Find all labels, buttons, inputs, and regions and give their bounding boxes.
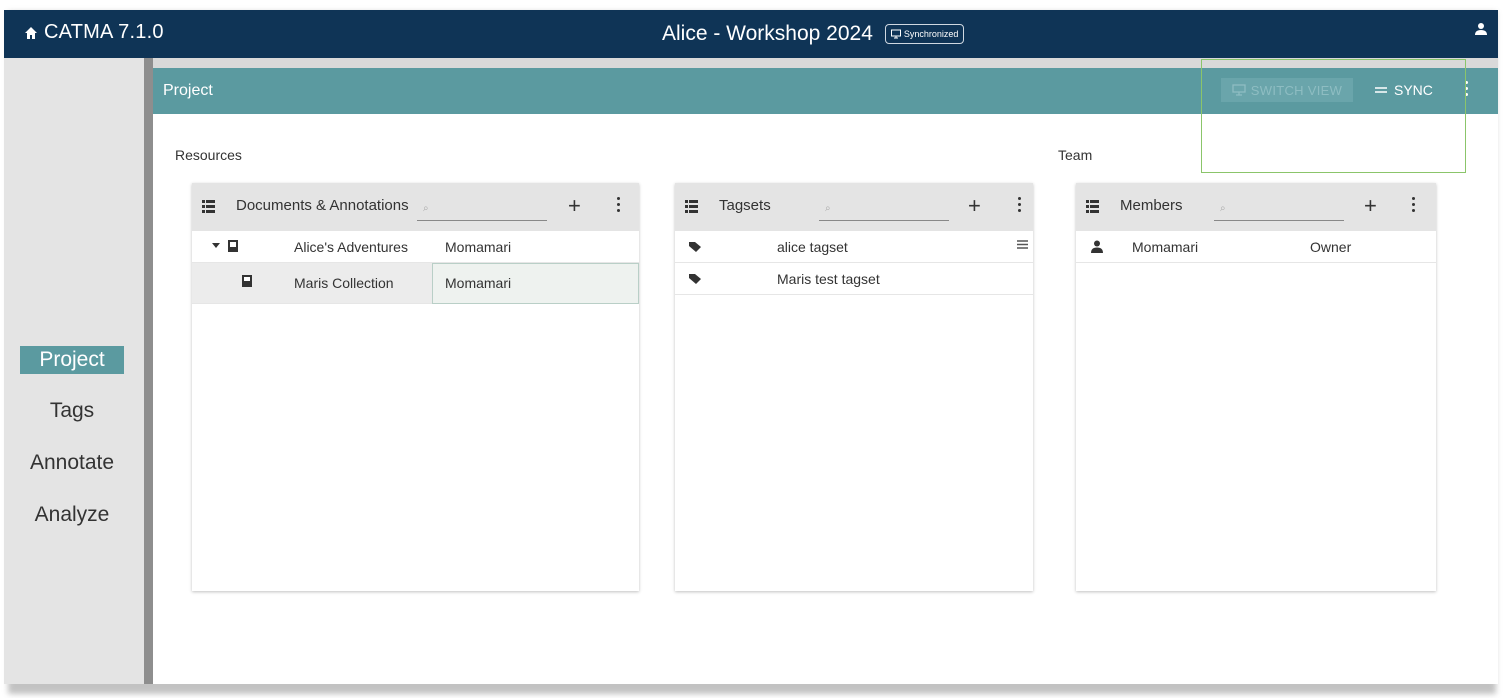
section-label-team: Team [1058,147,1093,163]
add-document-button[interactable]: + [568,193,581,219]
nav-item-annotate[interactable]: Annotate [20,449,124,477]
members-card: Members ⌕ + Momamari Owner [1076,183,1436,591]
sync-status-badge: Synchronized [884,24,965,44]
nav-item-tags[interactable]: Tags [20,397,124,425]
members-card-title: Members [1120,197,1183,214]
tagsets-search-input[interactable]: ⌕ [819,197,949,221]
document-owner: Momamari [445,275,512,291]
documents-card: Documents & Annotations ⌕ + Alice's Adve… [192,183,639,591]
project-header: Alice - Workshop 2024 Synchronized [662,22,965,46]
member-name: Momamari [1132,239,1199,255]
sidebar-nav: Project Tags Annotate Analyze [4,58,144,684]
home-icon [24,26,38,40]
members-more-options-icon[interactable] [1412,197,1415,212]
app-window: CATMA 7.1.0 Alice - Workshop 2024 Synchr… [4,10,1498,684]
document-owner: Momamari [445,239,512,255]
documents-card-header: Documents & Annotations ⌕ + [192,183,639,231]
list-icon [685,200,698,213]
list-icon [202,200,215,213]
add-member-button[interactable]: + [1364,193,1377,219]
member-row[interactable]: Momamari Owner [1076,231,1436,263]
add-tagset-button[interactable]: + [968,193,981,219]
sync-status-label: Synchronized [903,29,959,39]
tagsets-card: Tagsets ⌕ + alice tagset Maris test tags… [675,183,1033,591]
page-title: Project [163,82,213,99]
tagset-row[interactable]: alice tagset [675,231,1033,263]
document-name: Alice's Adventures [294,239,408,255]
main-content: Project SWITCH VIEW SYNC Resources Team … [153,58,1498,684]
highlight-overlay [1201,59,1466,173]
project-title: Alice - Workshop 2024 [662,22,873,45]
brand-home-link[interactable]: CATMA 7.1.0 [24,21,164,44]
document-row[interactable]: Alice's Adventures Momamari [192,231,639,263]
user-account-icon[interactable] [1474,22,1488,36]
tagsets-more-options-icon[interactable] [1018,197,1021,212]
nav-item-analyze[interactable]: Analyze [20,501,124,529]
list-icon [1086,200,1099,213]
document-row[interactable]: Maris Collection Momamari [192,263,639,304]
tagset-name: alice tagset [777,239,848,255]
members-search-input[interactable]: ⌕ [1214,197,1344,221]
tagset-row[interactable]: Maris test tagset [675,263,1033,295]
tags-icon [689,273,702,284]
monitor-icon [890,29,901,39]
nav-item-project[interactable]: Project [20,346,124,374]
member-role: Owner [1310,239,1352,255]
document-name: Maris Collection [294,275,394,291]
section-label-resources: Resources [175,147,242,163]
collection-icon [242,275,252,287]
sidebar-divider [144,58,153,684]
book-icon [228,240,238,252]
app-brand: CATMA 7.1.0 [44,21,164,43]
documents-search-input[interactable]: ⌕ [417,197,547,221]
tagset-name: Maris test tagset [777,271,880,287]
documents-card-title: Documents & Annotations [236,197,409,214]
document-owner-cell[interactable]: Momamari [432,263,639,304]
expand-caret-icon[interactable] [212,243,220,249]
top-header: CATMA 7.1.0 Alice - Workshop 2024 Synchr… [4,10,1498,58]
user-icon [1091,240,1103,253]
hamburger-menu-icon[interactable] [1017,240,1028,249]
tagsets-card-title: Tagsets [719,197,771,214]
tagsets-card-header: Tagsets ⌕ + [675,183,1033,231]
tags-icon [689,241,702,252]
members-card-header: Members ⌕ + [1076,183,1436,231]
documents-more-options-icon[interactable] [617,197,620,212]
